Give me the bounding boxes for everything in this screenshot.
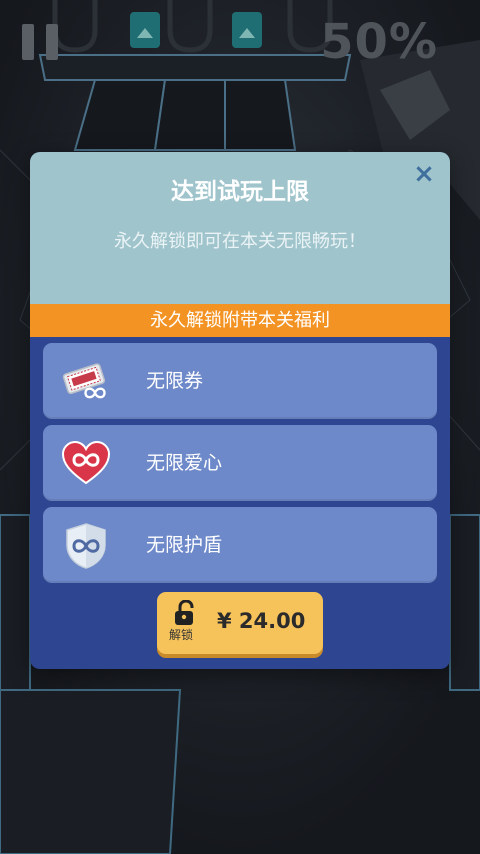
pause-bar-left [22, 24, 34, 60]
unlock-price: ¥ 24.00 [217, 609, 306, 633]
dialog-subtitle: 永久解锁即可在本关无限畅玩！ [114, 231, 366, 252]
hud: 50% [0, 0, 480, 90]
unlock-icon [173, 599, 197, 626]
trial-limit-dialog: 达到试玩上限 × 永久解锁即可在本关无限畅玩！ 永久解锁附带本关福利 无限券 无… [30, 152, 450, 669]
benefit-label: 无限护盾 [146, 534, 223, 556]
benefit-item-ticket: 无限券 [43, 343, 437, 419]
pause-bar-right [46, 24, 58, 60]
pause-button[interactable] [22, 24, 58, 60]
unlock-caption: 解锁 [169, 628, 194, 642]
benefit-label: 无限券 [146, 370, 204, 392]
progress-percent: 50% [320, 14, 438, 70]
benefit-label: 无限爱心 [146, 452, 223, 474]
benefit-item-shield: 无限护盾 [43, 507, 437, 583]
close-button[interactable]: × [412, 161, 436, 187]
infinite-shield-icon [61, 521, 111, 571]
dialog-title: 达到试玩上限 [171, 179, 309, 205]
dialog-header: 达到试玩上限 × 永久解锁即可在本关无限畅玩！ [30, 152, 450, 304]
infinite-heart-icon [61, 439, 111, 489]
benefit-item-heart: 无限爱心 [43, 425, 437, 501]
unlock-purchase-button[interactable]: 解锁 ¥ 24.00 [157, 592, 323, 654]
infinite-ticket-icon [61, 357, 111, 407]
benefits-banner: 永久解锁附带本关福利 [30, 304, 450, 337]
